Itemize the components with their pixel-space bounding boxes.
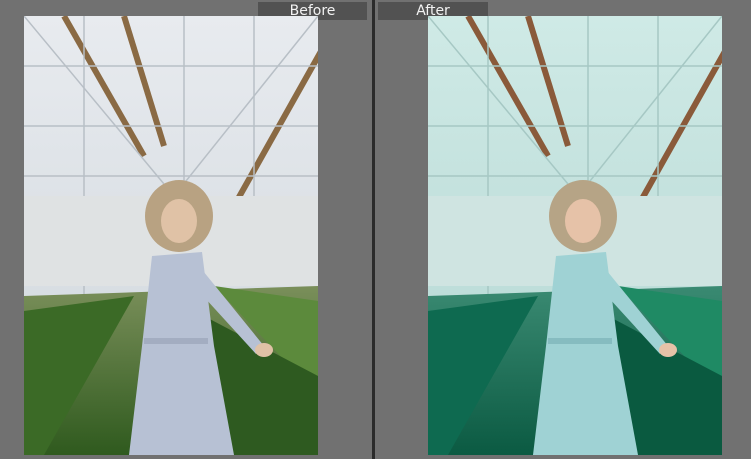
before-pane: Before: [0, 0, 372, 459]
before-photo-image: [24, 16, 318, 455]
after-pane: After: [375, 0, 751, 459]
before-photo: [24, 16, 318, 455]
after-photo: [428, 16, 722, 455]
after-photo-image: [428, 16, 722, 455]
